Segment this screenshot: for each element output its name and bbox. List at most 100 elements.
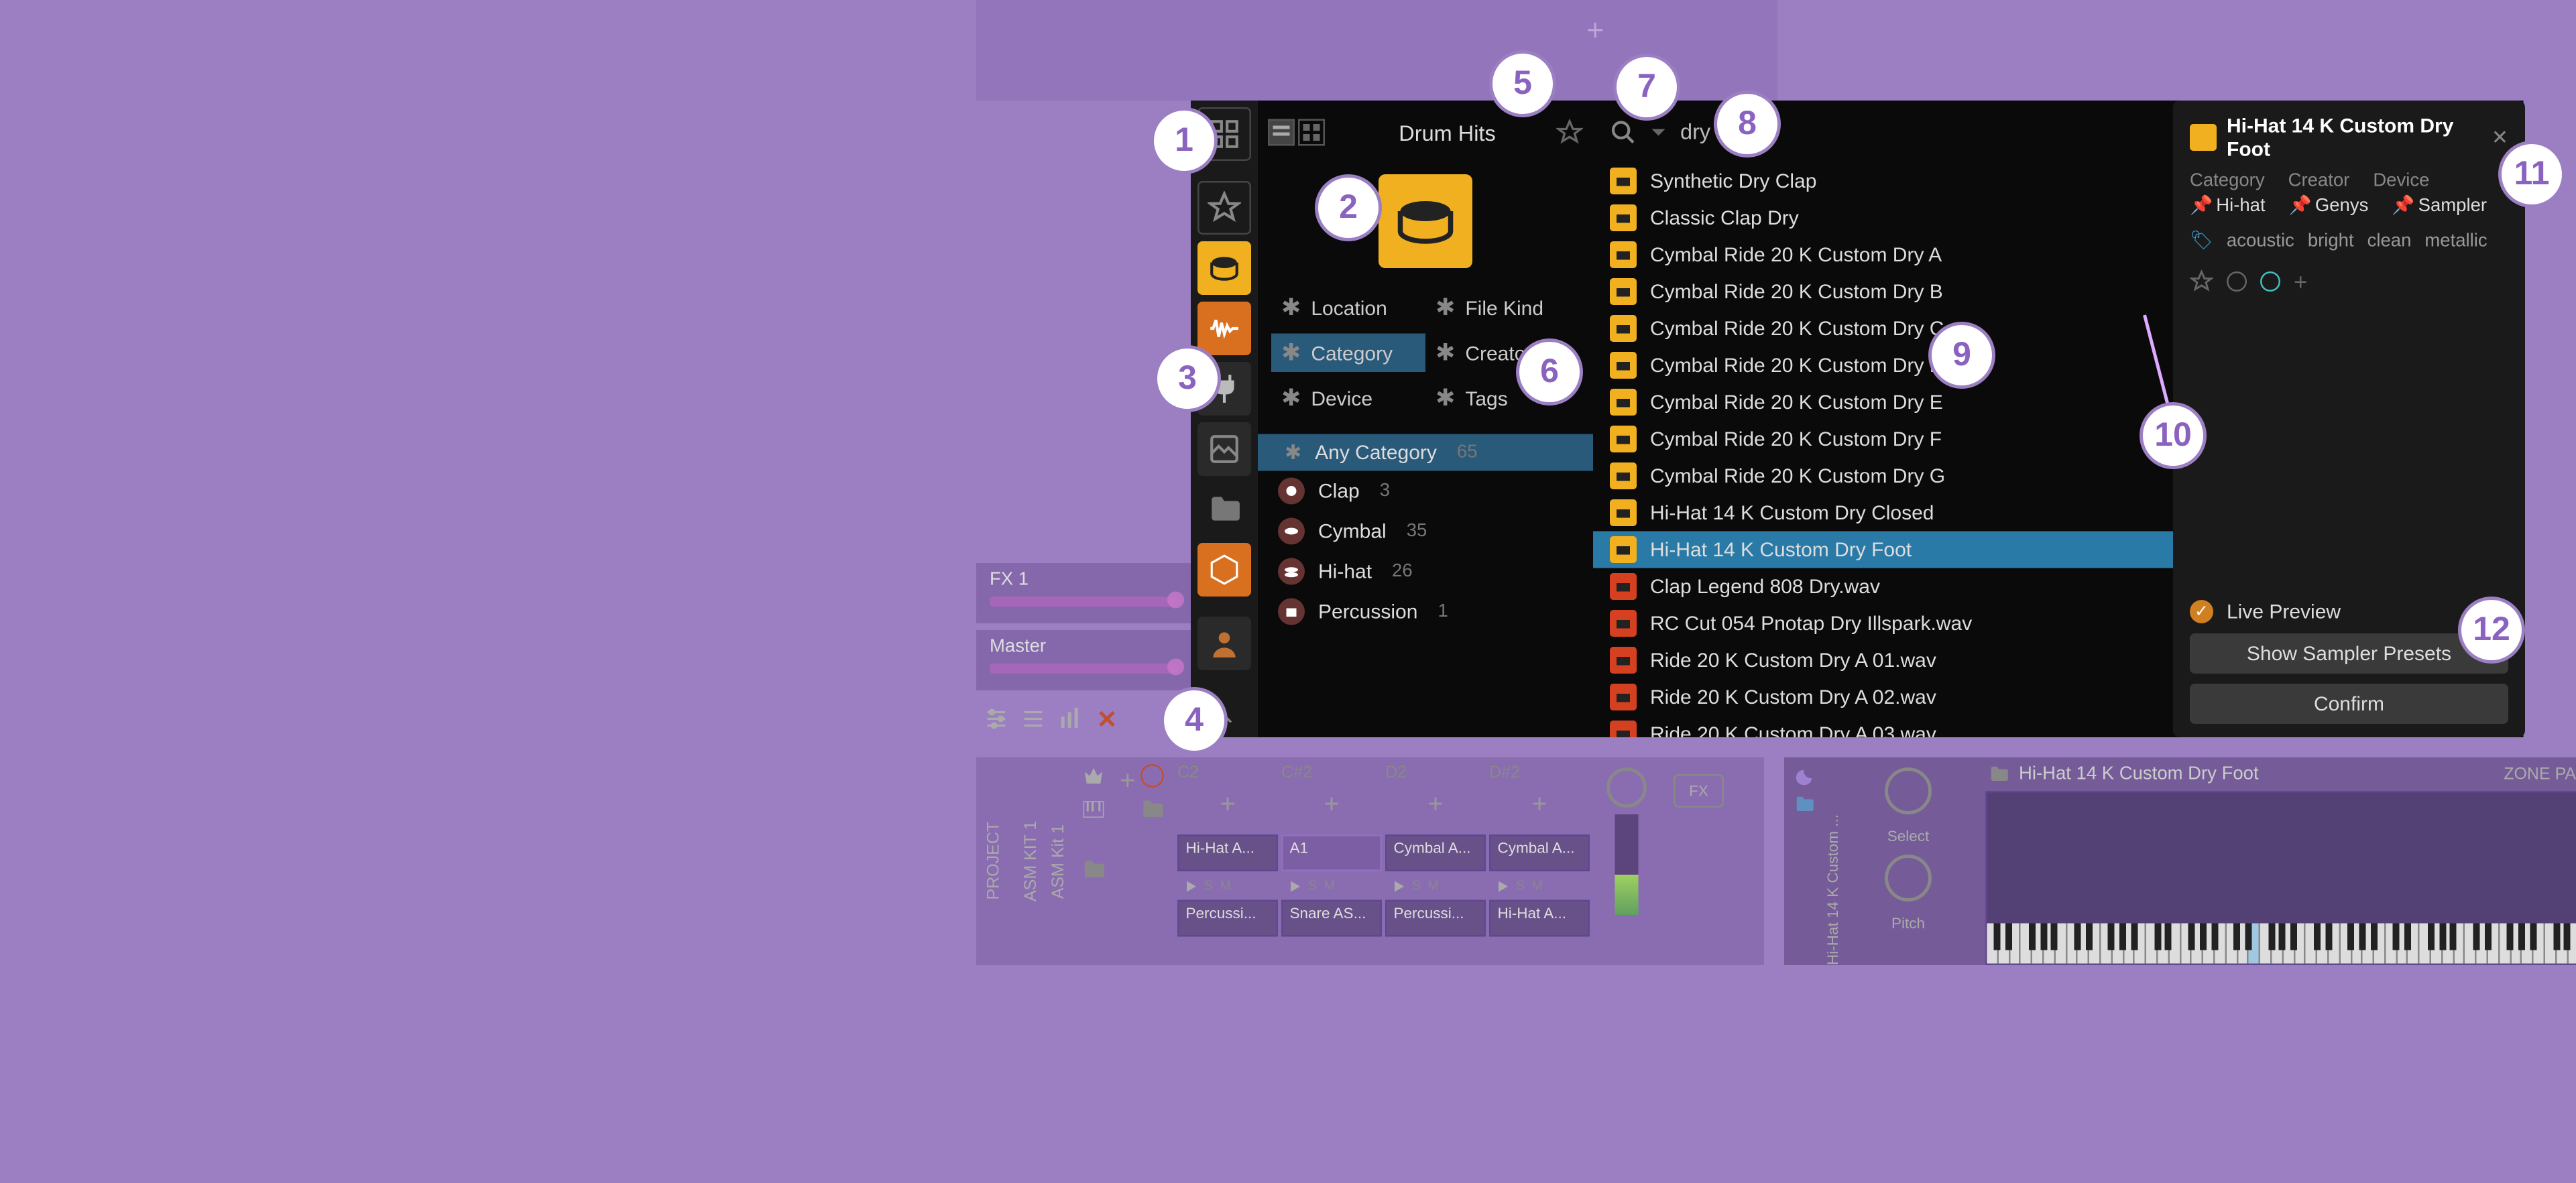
browser-tab-packages[interactable] [1197, 543, 1251, 597]
browser-tab-presets[interactable] [1197, 181, 1251, 235]
settings-icon[interactable] [983, 706, 1010, 733]
meta-creator[interactable]: 📌Genys [2289, 194, 2369, 216]
browser-tab-samples[interactable] [1197, 302, 1251, 355]
pad-add-button[interactable]: + [1281, 791, 1382, 831]
pad-cell[interactable]: Hi-Hat A... [1177, 834, 1278, 871]
callout-1: 1 [1151, 107, 1218, 174]
solo-button[interactable]: S [1308, 878, 1317, 893]
filter-category[interactable]: ✱Category [1271, 334, 1425, 373]
select-knob[interactable] [1885, 767, 1932, 814]
category-hihat[interactable]: Hi-hat 26 [1258, 552, 1593, 592]
volume-knob[interactable] [1606, 767, 1647, 808]
piano-icon[interactable] [1081, 798, 1105, 821]
master-track[interactable]: Master [976, 630, 1191, 690]
category-any[interactable]: ✱ Any Category 65 [1258, 434, 1593, 471]
mute-button[interactable]: M [1531, 878, 1543, 893]
callout-3: 3 [1154, 345, 1221, 412]
tag-bright[interactable]: bright [2308, 231, 2354, 251]
piano-area[interactable] [1985, 791, 2576, 965]
play-icon[interactable] [1496, 879, 1509, 892]
solo-button[interactable]: S [1412, 878, 1421, 893]
fx-track[interactable]: FX 1 [976, 563, 1191, 623]
tag-acoustic[interactable]: acoustic [2227, 231, 2294, 251]
add-pad-button[interactable]: + [1120, 757, 1137, 965]
mute-button[interactable]: M [1324, 878, 1335, 893]
category-percussion[interactable]: Percussion 1 [1258, 592, 1593, 632]
connector-line [2131, 312, 2182, 412]
solo-button[interactable]: S [1516, 878, 1525, 893]
view-grid-icon[interactable] [1298, 119, 1325, 146]
solo-button[interactable]: S [1204, 878, 1213, 893]
equalizer-icon[interactable] [1057, 706, 1084, 733]
favorite-icon[interactable] [1556, 119, 1583, 146]
result-type-icon [1610, 168, 1637, 194]
result-type-icon [1610, 278, 1637, 305]
browser-tab-files[interactable] [1197, 483, 1251, 536]
pad-cell[interactable]: Percussi... [1385, 900, 1486, 937]
pad-controls: S M [1281, 875, 1382, 897]
tag-metallic[interactable]: metallic [2424, 231, 2487, 251]
browser-tab-multisamples[interactable] [1197, 422, 1251, 476]
folder-open-icon[interactable] [1140, 798, 1164, 821]
pad-cell[interactable]: Cymbal A... [1489, 834, 1590, 871]
filter-device[interactable]: ✱Device [1271, 379, 1425, 418]
search-icon[interactable] [1610, 118, 1637, 145]
filter-location[interactable]: ✱Location [1271, 288, 1425, 327]
mute-button[interactable]: M [1220, 878, 1231, 893]
close-icon[interactable] [1094, 706, 1120, 733]
callout-2: 2 [1315, 174, 1382, 241]
pad-cell[interactable]: Snare AS... [1281, 900, 1382, 937]
play-icon[interactable] [1392, 879, 1405, 892]
result-type-icon [1610, 684, 1637, 710]
category-cymbal[interactable]: Cymbal 35 [1258, 511, 1593, 552]
callout-6: 6 [1516, 338, 1583, 406]
close-details-button[interactable]: ✕ [2492, 126, 2508, 149]
pad-add-button[interactable]: + [1385, 791, 1486, 831]
folder-icon[interactable] [1989, 764, 2009, 784]
pad-add-button[interactable]: + [1177, 791, 1278, 831]
tag-clean[interactable]: clean [2367, 231, 2412, 251]
result-type-icon [1610, 536, 1637, 563]
play-icon[interactable] [1288, 879, 1301, 892]
power-button[interactable] [1140, 764, 1164, 788]
crown-icon[interactable] [1081, 764, 1105, 788]
mute-button[interactable]: M [1427, 878, 1439, 893]
pad-cell[interactable]: Hi-Hat A... [1489, 900, 1590, 937]
star-rating-icon[interactable] [2190, 270, 2213, 294]
pad-cell[interactable]: A1 [1281, 834, 1382, 871]
folder-icon[interactable] [1794, 794, 1814, 814]
folder-icon[interactable] [1081, 858, 1105, 881]
meta-device[interactable]: 📌Sampler [2392, 194, 2487, 216]
result-type-icon [1610, 204, 1637, 231]
live-preview-label[interactable]: Live Preview [2227, 600, 2341, 623]
fx-button[interactable]: FX [1674, 774, 1724, 808]
pad-controls: S M [1385, 875, 1486, 897]
browser-tab-drums[interactable] [1197, 241, 1251, 295]
search-dropdown-icon[interactable] [1650, 123, 1667, 140]
pad-add-button[interactable]: + [1489, 791, 1590, 831]
check-icon[interactable]: ✓ [2190, 600, 2213, 623]
moon-icon[interactable] [1794, 767, 1814, 788]
meta-category[interactable]: 📌Hi-hat [2190, 194, 2266, 216]
filter-filekind[interactable]: ✱File Kind [1425, 288, 1580, 327]
rating-row: + [2190, 268, 2508, 295]
pad-note-label: D2 [1385, 764, 1486, 788]
play-icon[interactable] [1184, 879, 1197, 892]
pad-cell[interactable]: Percussi... [1177, 900, 1278, 937]
view-list-icon[interactable] [1268, 119, 1295, 146]
browser-tab-user[interactable] [1197, 617, 1251, 670]
kit-label-1: ASM KIT 1 [1013, 757, 1050, 965]
add-tag-button[interactable]: + [2294, 268, 2307, 295]
pad-note-label: C2 [1177, 764, 1278, 788]
confirm-button[interactable]: Confirm [2190, 684, 2508, 724]
pitch-knob[interactable] [1885, 855, 1932, 901]
category-clap[interactable]: Clap 3 [1258, 471, 1593, 511]
callout-10: 10 [2140, 402, 2207, 469]
level-meter [1615, 814, 1639, 915]
tag-icon: 🏷 [2190, 230, 2213, 252]
add-track-button[interactable]: + [1586, 13, 1604, 49]
color-tag-2[interactable] [2260, 271, 2280, 292]
list-icon[interactable] [1020, 706, 1047, 733]
color-tag-1[interactable] [2227, 271, 2247, 292]
pad-cell[interactable]: Cymbal A... [1385, 834, 1486, 871]
